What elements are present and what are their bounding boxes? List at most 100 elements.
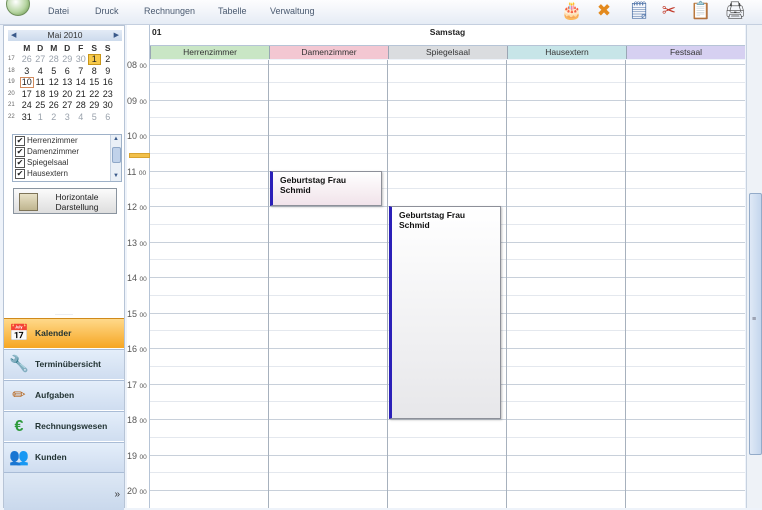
calendar-day[interactable]: 3 [61, 112, 75, 122]
calendar-day[interactable]: 31 [20, 112, 34, 122]
room-column-header[interactable]: Spiegelsaal [388, 46, 507, 59]
calendar-day[interactable]: 5 [47, 66, 61, 76]
time-slot-line [150, 171, 745, 172]
room-filter-label: Spiegelsaal [27, 158, 68, 167]
calendar-day[interactable]: 19 [47, 89, 61, 99]
calendar-day[interactable]: 1 [88, 54, 102, 65]
appointment[interactable]: Geburtstag Frau Schmid [270, 171, 382, 207]
calendar-day[interactable]: 26 [47, 100, 61, 110]
nav-rechnungswesen[interactable]: € Rechnungswesen [4, 411, 124, 441]
calendar-day[interactable]: 6 [101, 112, 115, 122]
minute-value: 00 [140, 276, 147, 283]
calendar-day[interactable]: 15 [88, 77, 102, 87]
room-list-scrollbar[interactable]: ▲ ▼ [110, 135, 121, 181]
calendar-day[interactable]: 27 [34, 54, 48, 64]
nav-label: Kunden [35, 452, 67, 462]
calendar-day[interactable]: 28 [47, 54, 61, 64]
calendar-day[interactable]: 14 [74, 77, 88, 87]
minute-value: 00 [140, 489, 147, 496]
calendar-day[interactable]: 27 [61, 100, 75, 110]
calendar-day[interactable]: 4 [74, 112, 88, 122]
calendar-day[interactable]: 2 [101, 54, 115, 64]
nav-kunden[interactable]: 👥 Kunden [4, 442, 124, 472]
calendar-day[interactable]: 11 [34, 77, 48, 87]
calendar-day[interactable]: 25 [34, 100, 48, 110]
cake-icon[interactable]: 🎂 [561, 0, 583, 22]
calendar-day[interactable]: 1 [34, 112, 48, 122]
horizontal-view-button[interactable]: Horizontale Darstellung [13, 188, 117, 214]
checkbox-icon[interactable]: ✔ [15, 136, 25, 146]
clipboard-icon[interactable]: 📋 [690, 0, 712, 22]
calendar-day[interactable]: 16 [101, 77, 115, 87]
scrollbar-thumb[interactable]: ≡ [749, 193, 762, 455]
time-slot-line [150, 455, 745, 456]
room-column-header[interactable]: Herrenzimmer [150, 46, 269, 59]
calendar-day[interactable]: 4 [34, 66, 48, 76]
calendar-day[interactable]: 13 [61, 77, 75, 87]
next-month-icon[interactable]: ▶ [114, 30, 119, 41]
scissors-icon[interactable]: ✂ [658, 0, 680, 22]
vertical-scrollbar[interactable]: ≡ [746, 25, 762, 508]
checkbox-icon[interactable]: ✔ [15, 169, 25, 179]
menu-rechnungen[interactable]: Rechnungen [144, 6, 195, 16]
calendar-day[interactable]: 29 [88, 100, 102, 110]
previous-month-icon[interactable]: ◀ [11, 30, 16, 41]
sidebar-splitter[interactable]: ········· [4, 313, 124, 317]
calendar-day[interactable]: 7 [74, 66, 88, 76]
calendar-day[interactable]: 29 [61, 54, 75, 64]
calendar-day[interactable]: 2 [47, 112, 61, 122]
room-filter-item[interactable]: ✔Hausextern [13, 168, 121, 179]
calendar-day[interactable]: 21 [74, 89, 88, 99]
calendar-day[interactable]: 20 [61, 89, 75, 99]
calendar-day[interactable]: 18 [34, 89, 48, 99]
calendar-day[interactable]: 3 [20, 66, 34, 76]
calendar-day[interactable]: 8 [88, 66, 102, 76]
hour-value: 08 [127, 60, 137, 70]
calendar-day[interactable]: 22 [88, 89, 102, 99]
room-column-header[interactable]: Festsaal [626, 46, 745, 59]
room-filter-item[interactable]: ✔Herrenzimmer [13, 135, 121, 146]
room-column-header[interactable]: Hausextern [507, 46, 626, 59]
calendar-day[interactable]: 28 [74, 100, 88, 110]
printer-icon[interactable]: 🖨 [724, 0, 746, 22]
calendar-day[interactable]: 24 [20, 100, 34, 110]
calendar-week-row: 17262728293012 [8, 54, 122, 66]
calendar-day[interactable]: 9 [101, 66, 115, 76]
nav-terminuebersicht[interactable]: 🔧 Terminübersicht [4, 349, 124, 379]
calendar-day[interactable]: 26 [20, 54, 34, 64]
menu-datei[interactable]: Datei [48, 6, 69, 16]
room-filter-item[interactable]: ✔Spiegelsaal [13, 157, 121, 168]
nav-kalender[interactable]: 📅 Kalender [4, 318, 124, 348]
room-column-header[interactable]: Damenzimmer [269, 46, 388, 59]
weekday-label: M [20, 43, 34, 53]
appointment[interactable]: Geburtstag Frau Schmid [389, 206, 501, 419]
day-grid[interactable]: Geburtstag Frau SchmidGeburtstag Frau Sc… [150, 60, 745, 508]
calendar-day[interactable]: 6 [61, 66, 75, 76]
cross-icon[interactable]: ✖ [593, 0, 615, 22]
calendar-day[interactable]: 5 [88, 112, 102, 122]
calendar-day[interactable]: 12 [47, 77, 61, 87]
time-slot-line [150, 135, 745, 136]
calendar-day[interactable]: 10 [20, 77, 34, 88]
menu-verwaltung[interactable]: Verwaltung [270, 6, 315, 16]
time-slot-line [150, 472, 745, 473]
checkbox-icon[interactable]: ✔ [15, 147, 25, 157]
nav-more-icon[interactable]: » [114, 489, 120, 500]
menu-druck[interactable]: Druck [95, 6, 119, 16]
scrollbar-thumb[interactable] [112, 147, 121, 163]
app-logo[interactable] [6, 0, 30, 16]
note-icon[interactable]: 🗒 [628, 0, 650, 22]
scroll-up-icon[interactable]: ▲ [111, 135, 121, 144]
room-filter-item[interactable]: ✔Damenzimmer [13, 146, 121, 157]
column-divider [387, 60, 388, 508]
calendar-day[interactable]: 30 [74, 54, 88, 64]
room-filter-label: Damenzimmer [27, 147, 79, 156]
calendar-day[interactable]: 30 [101, 100, 115, 110]
menu-tabelle[interactable]: Tabelle [218, 6, 247, 16]
calendar-day[interactable]: 17 [20, 89, 34, 99]
calendar-grid: M D M D F S S 17262728293012183456789191… [8, 42, 122, 123]
nav-aufgaben[interactable]: ✏ Aufgaben [4, 380, 124, 410]
scroll-down-icon[interactable]: ▼ [111, 172, 121, 181]
checkbox-icon[interactable]: ✔ [15, 158, 25, 168]
calendar-day[interactable]: 23 [101, 89, 115, 99]
